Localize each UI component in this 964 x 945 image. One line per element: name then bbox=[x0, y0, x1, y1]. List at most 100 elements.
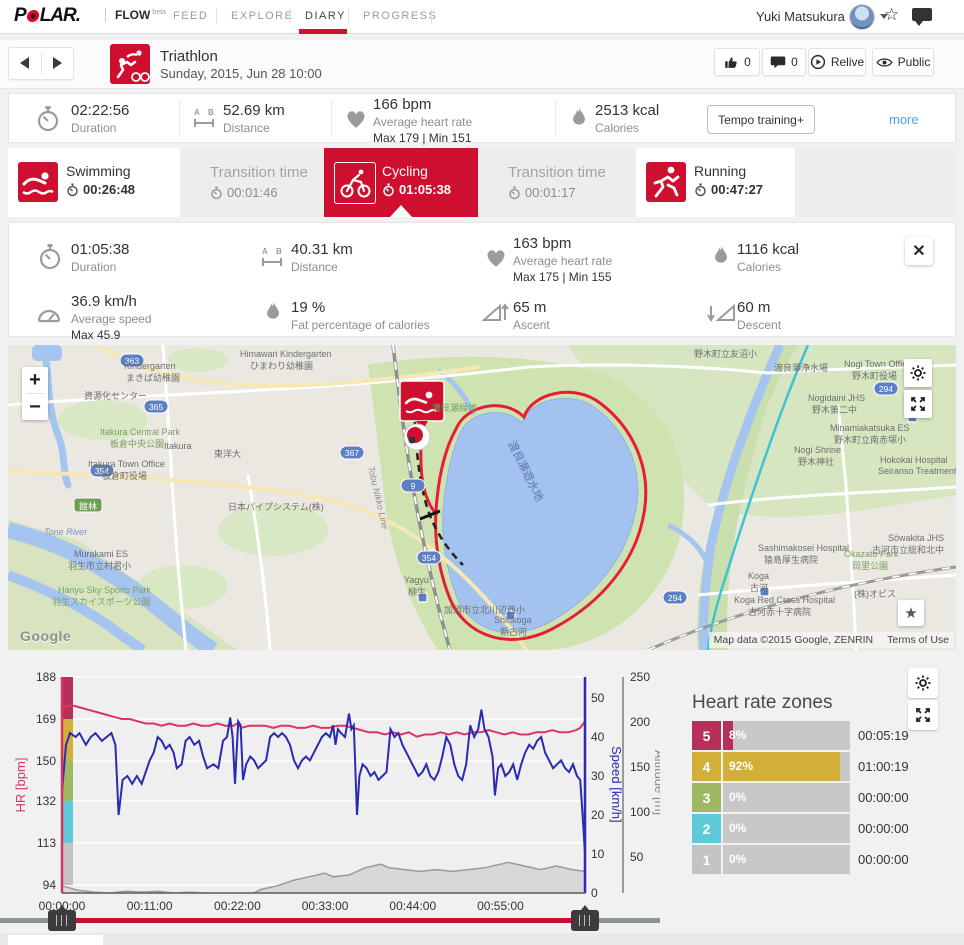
more-link[interactable]: more bbox=[889, 112, 919, 127]
cyclist-icon bbox=[334, 162, 376, 204]
zone-bar: 92% bbox=[723, 752, 850, 781]
feedback-chat-icon[interactable] bbox=[912, 8, 932, 21]
chart-settings-button[interactable] bbox=[908, 668, 938, 698]
segment-time: 00:26:48 bbox=[66, 182, 135, 197]
map-label: 野木町立友沼小 bbox=[694, 348, 757, 359]
hr-tick-label: 188 bbox=[36, 670, 56, 684]
thumbs-up-icon bbox=[723, 54, 739, 70]
terms-of-use-link[interactable]: Terms of Use bbox=[887, 634, 949, 646]
avatar[interactable] bbox=[849, 4, 875, 30]
segment-running[interactable]: Running 00:47:27 bbox=[636, 148, 795, 217]
segment-transition-2[interactable]: Transition time 00:01:17 bbox=[478, 148, 636, 217]
map-label: 羽生スカイスポーツ公園 bbox=[52, 596, 151, 607]
hr-tick-label: 113 bbox=[37, 836, 56, 850]
map-settings-button[interactable] bbox=[904, 359, 932, 387]
segment-swimming[interactable]: Swimming 00:26:48 bbox=[8, 148, 180, 217]
zone-row: 58%00:05:19 bbox=[692, 721, 952, 750]
detail-duration: 01:05:38Duration bbox=[71, 241, 129, 274]
segment-cycling[interactable]: Cycling 01:05:38 bbox=[324, 148, 478, 217]
zone-band bbox=[62, 843, 73, 885]
user-menu[interactable]: Yuki Matsukura bbox=[756, 9, 845, 24]
map-fullscreen-button[interactable] bbox=[904, 390, 932, 418]
time-slider-selected-range[interactable] bbox=[62, 918, 585, 923]
route-map[interactable]: 3633653543679354294294館林Kindergartenまきば幼… bbox=[8, 345, 956, 650]
divider bbox=[179, 100, 180, 136]
altitude-tick-label: 200 bbox=[630, 715, 650, 729]
activity-title: Triathlon bbox=[160, 48, 218, 65]
map-label: 野木町立南赤塚小 bbox=[834, 434, 906, 445]
relive-button[interactable]: Relive bbox=[808, 48, 866, 76]
nav-separator bbox=[348, 9, 349, 23]
flow-brand: FLOWbeta bbox=[105, 8, 166, 22]
zone-bar: 0% bbox=[723, 845, 850, 874]
slider-handle-left[interactable] bbox=[48, 910, 76, 931]
like-button[interactable]: 0 bbox=[714, 48, 760, 76]
google-logo: Google bbox=[20, 628, 71, 644]
nav-item-progress[interactable]: PROGRESS bbox=[363, 10, 437, 22]
map-label: 加須市立北川辺西小 bbox=[444, 604, 525, 615]
x-tick-label: 00:11:00 bbox=[127, 899, 173, 913]
segment-time: 00:01:46 bbox=[210, 185, 278, 200]
zone-row: 20%00:00:00 bbox=[692, 814, 952, 843]
map-label: Himawari Kindergarten bbox=[240, 349, 332, 359]
speed-tick-label: 10 bbox=[591, 847, 605, 861]
favorite-star-icon[interactable]: ☆ bbox=[884, 5, 899, 25]
hr-tick-label: 94 bbox=[43, 878, 57, 892]
road-shield: 294 bbox=[663, 591, 687, 604]
slider-handle-right[interactable] bbox=[571, 910, 599, 931]
speed-tick-label: 0 bbox=[591, 886, 598, 900]
zone-percentage: 0% bbox=[729, 821, 746, 835]
svg-text:294: 294 bbox=[879, 384, 893, 394]
swimmer-icon bbox=[18, 162, 58, 202]
heart-icon bbox=[483, 245, 509, 274]
zoom-in-button[interactable]: + bbox=[22, 367, 48, 393]
altitude-tick-label: 250 bbox=[630, 670, 650, 684]
active-tab-indicator bbox=[299, 29, 347, 34]
zone-row: 10%00:00:00 bbox=[692, 845, 952, 874]
summary-calories: 2513 kcal Calories bbox=[595, 102, 659, 135]
map-attribution: Map data ©2015 Google, ZENRIN Terms of U… bbox=[709, 632, 954, 648]
map-label: 板倉町役場 bbox=[102, 470, 147, 481]
activity-header: Triathlon Sunday, 2015, Jun 28 10:00 0 0… bbox=[0, 40, 964, 89]
detail-avg-speed: 36.9 km/hAverage speedMax 45.9 bbox=[71, 293, 152, 342]
map-label: 野木神社 bbox=[798, 456, 834, 467]
comment-button[interactable]: 0 bbox=[762, 48, 806, 76]
map-label: 羽生市立村君小 bbox=[68, 560, 131, 571]
nav-item-feed[interactable]: FEED bbox=[173, 10, 208, 22]
eye-icon bbox=[876, 56, 893, 69]
map-label: まきば幼稚園 bbox=[126, 372, 180, 383]
zone-number: 5 bbox=[692, 721, 721, 750]
heart-rate-zones-title: Heart rate zones bbox=[692, 692, 832, 714]
training-target-button[interactable]: Tempo training+ bbox=[707, 105, 815, 134]
detail-ascent: 65 mAscent bbox=[513, 299, 550, 332]
map-label: 新古河 bbox=[500, 626, 527, 637]
nav-item-explore[interactable]: EXPLORE bbox=[231, 10, 293, 22]
polar-logo[interactable]: PLAR. bbox=[14, 5, 80, 27]
hr-tick-label: 169 bbox=[36, 712, 56, 726]
start-finish-marker bbox=[404, 424, 430, 450]
zone-time: 00:00:00 bbox=[858, 790, 909, 805]
prev-activity-button[interactable] bbox=[9, 48, 40, 79]
gear-icon bbox=[914, 674, 932, 692]
nav-item-diary[interactable]: DIARY bbox=[305, 10, 346, 22]
map-label: 猿島厚生病院 bbox=[764, 554, 818, 565]
zone-row: 30%00:00:00 bbox=[692, 783, 952, 812]
zone-band bbox=[62, 677, 73, 719]
altitude-tick-label: 150 bbox=[630, 760, 650, 774]
bottom-strip bbox=[0, 933, 964, 945]
top-nav: PLAR. FLOWbeta FEED EXPLORE DIARY PROGRE… bbox=[0, 0, 964, 34]
map-favorite-button[interactable]: ★ bbox=[898, 600, 924, 626]
next-activity-button[interactable] bbox=[42, 48, 73, 79]
distance-icon: AB bbox=[259, 245, 285, 274]
zoom-out-button[interactable]: − bbox=[22, 394, 48, 420]
map-label: 古河赤十字病院 bbox=[748, 606, 811, 617]
visibility-button[interactable]: Public bbox=[872, 48, 934, 76]
close-button[interactable]: ✕ bbox=[905, 237, 933, 265]
segment-name: Transition time bbox=[210, 164, 308, 181]
road-shield: 367 bbox=[340, 446, 364, 459]
chart-plot-area bbox=[62, 677, 585, 893]
segment-time: 01:05:38 bbox=[382, 182, 451, 197]
summary-duration: 02:22:56 Duration bbox=[71, 102, 129, 135]
runner-icon bbox=[646, 162, 686, 202]
segment-transition-1[interactable]: Transition time 00:01:46 bbox=[180, 148, 324, 217]
